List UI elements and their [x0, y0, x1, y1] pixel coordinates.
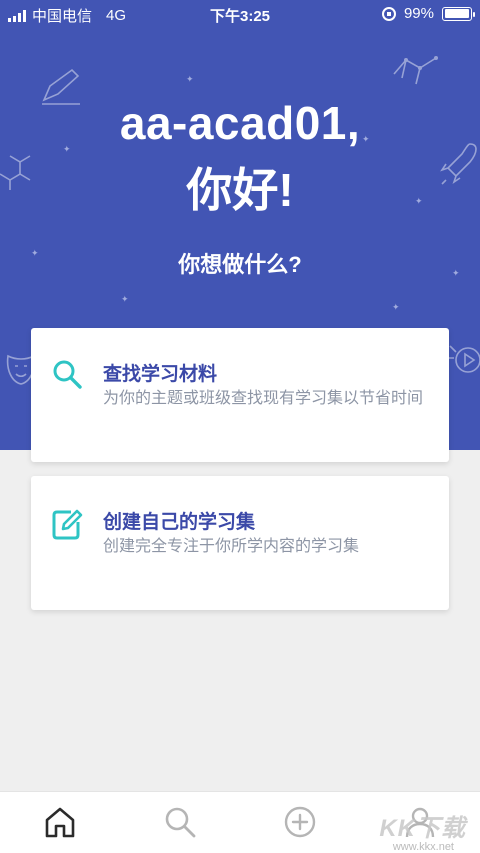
find-materials-card[interactable]: 查找学习材料 为你的主题或班级查找现有学习集以节省时间: [31, 328, 449, 462]
rotation-lock-icon: [381, 6, 396, 21]
create-set-title: 创建自己的学习集: [103, 512, 256, 533]
sparkle-icon: ✦: [392, 302, 400, 312]
create-set-description: 创建完全专注于你所学内容的学习集: [103, 538, 360, 555]
greeting-username: aa-acad01,: [119, 97, 361, 149]
play-doodle-icon: [448, 345, 480, 373]
search-icon: [53, 360, 82, 389]
status-right: 99%: [381, 5, 475, 22]
watermark-logo: KK下载: [379, 815, 466, 842]
watermark-url: www.kkx.net: [392, 841, 454, 853]
plus-circle-icon: [284, 806, 316, 838]
find-materials-description: 为你的主题或班级查找现有学习集以节省时间: [103, 390, 424, 407]
battery-fill: [444, 9, 470, 18]
bottom-tab-bar: KK下载 www.kkx.net: [0, 791, 480, 853]
search-icon: [165, 807, 196, 838]
question-prompt: 你想做什么?: [178, 252, 302, 277]
battery-icon: [442, 6, 475, 21]
battery-percent: 99%: [403, 5, 434, 22]
greeting-hello: 你好!: [186, 164, 294, 216]
home-icon: [45, 807, 75, 838]
tab-home[interactable]: [40, 802, 80, 842]
sparkle-icon: ✦: [186, 74, 194, 84]
constellation-doodle-icon: [393, 56, 438, 85]
create-set-card[interactable]: 创建自己的学习集 创建完全专注于你所学内容的学习集: [31, 476, 449, 610]
tab-create[interactable]: [280, 802, 320, 842]
status-bar: 中国电信 4G 下午3:25 99%: [0, 0, 480, 28]
find-materials-title: 查找学习材料: [103, 364, 218, 385]
sparkle-icon: ✦: [121, 294, 129, 304]
tab-search[interactable]: [160, 802, 200, 842]
edit-icon: [52, 509, 83, 540]
